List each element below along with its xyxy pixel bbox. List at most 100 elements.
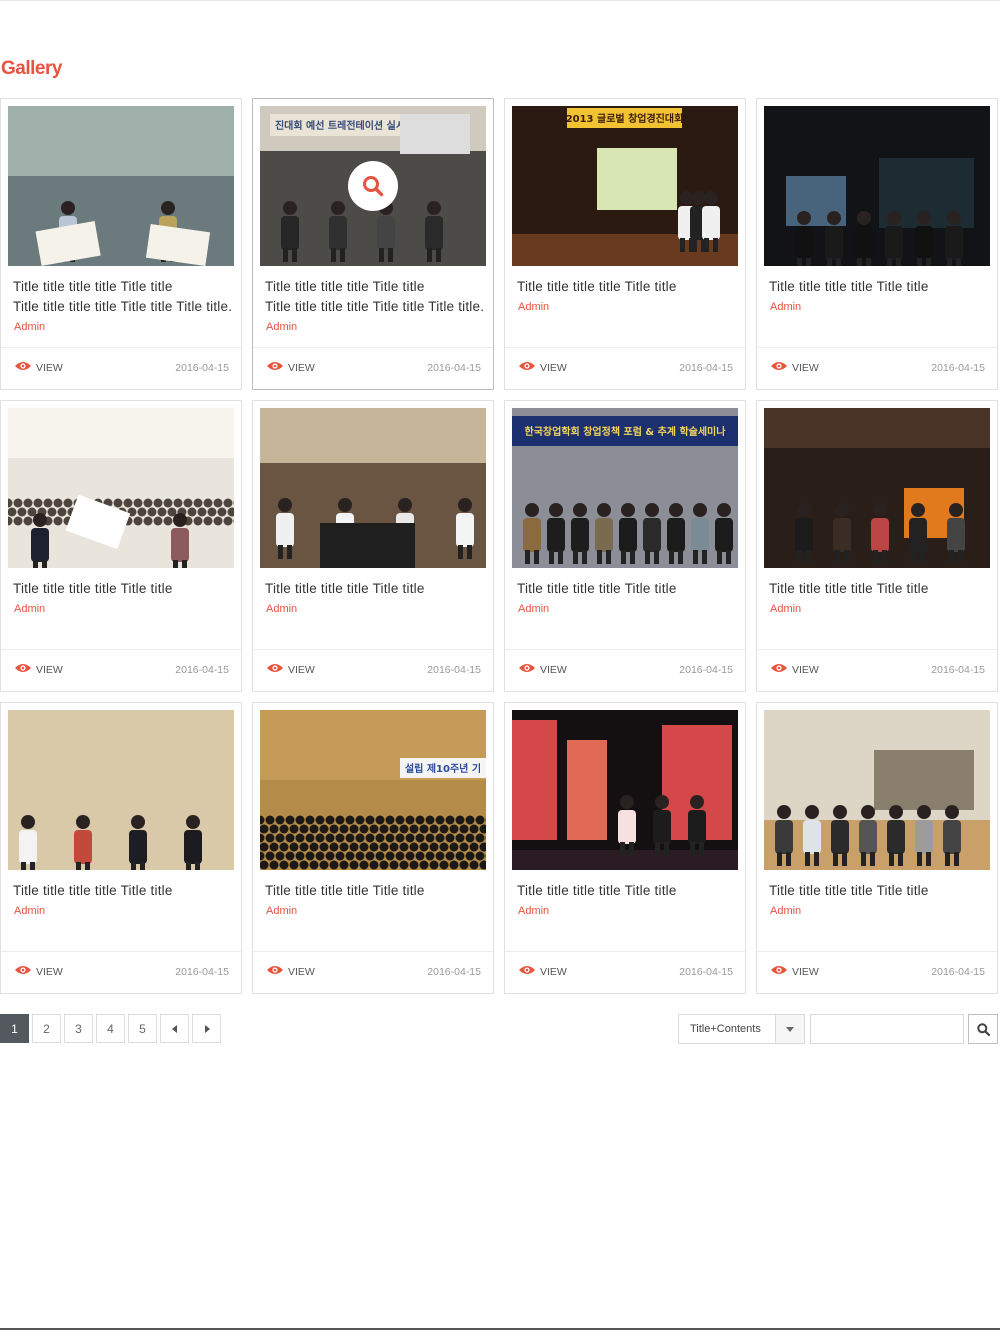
view-link[interactable]: VIEW (14, 663, 63, 676)
eye-icon (518, 361, 536, 374)
next-page-button[interactable] (192, 1014, 221, 1043)
view-link[interactable]: VIEW (770, 361, 819, 374)
view-link[interactable]: VIEW (266, 965, 315, 978)
gallery-card[interactable]: 한국창업학회 창업정책 포럼 & 추계 학술세미나 Title title tit… (504, 400, 746, 692)
gallery-card[interactable]: Title title title title Title title Admin… (252, 400, 494, 692)
card-title[interactable]: Title title title title Title title (517, 277, 735, 297)
card-photo (764, 710, 990, 870)
card-thumbnail[interactable]: 한국창업학회 창업정책 포럼 & 추계 학술세미나 (512, 408, 738, 568)
card-title[interactable]: Title title title title Title title (769, 579, 987, 599)
card-thumbnail[interactable]: 2013 글로벌 창업경진대회 (512, 106, 738, 266)
card-title-line: Title title title title Title title (265, 883, 425, 898)
view-label: VIEW (540, 965, 567, 978)
view-link[interactable]: VIEW (518, 965, 567, 978)
card-footer: VIEW 2016-04-15 (505, 347, 745, 390)
card-photo: 설립 제10주년 기 (260, 710, 486, 870)
view-link[interactable]: VIEW (266, 663, 315, 676)
view-label: VIEW (792, 361, 819, 374)
card-thumbnail[interactable] (260, 408, 486, 568)
card-footer: VIEW 2016-04-15 (1, 649, 241, 692)
card-thumbnail[interactable] (512, 710, 738, 870)
card-thumbnail[interactable]: 설립 제10주년 기 (260, 710, 486, 870)
search-input[interactable] (810, 1014, 964, 1044)
card-footer: VIEW 2016-04-15 (253, 951, 493, 994)
card-date: 2016-04-15 (679, 362, 733, 374)
card-thumbnail[interactable]: 진대회 예선 트레전테이션 실시 (260, 106, 486, 266)
gallery-card[interactable]: 2013 글로벌 창업경진대회 Title title title title T… (504, 98, 746, 390)
card-title-line: Title title title title Title title (13, 581, 173, 596)
gallery-card[interactable]: Title title title title Title title Admin… (756, 702, 998, 994)
svg-text:한국창업학회 창업정책 포럼 & 추계 학술세미나: 한국창업학회 창업정책 포럼 & 추계 학술세미나 (525, 425, 727, 438)
gallery-card[interactable]: Title title title title Title title Admin… (756, 400, 998, 692)
gallery-card[interactable]: Title title title title Title title Title… (0, 98, 242, 390)
page-button-5[interactable]: 5 (128, 1014, 157, 1043)
card-date: 2016-04-15 (175, 362, 229, 374)
view-label: VIEW (540, 663, 567, 676)
eye-icon (14, 361, 32, 374)
page-button-4[interactable]: 4 (96, 1014, 125, 1043)
search-icon[interactable] (348, 161, 398, 211)
card-date: 2016-04-15 (679, 664, 733, 676)
card-photo (8, 408, 234, 568)
view-link[interactable]: VIEW (518, 361, 567, 374)
gallery-card[interactable]: Title title title title Title title Admin… (756, 98, 998, 390)
view-link[interactable]: VIEW (14, 965, 63, 978)
card-thumbnail[interactable] (764, 106, 990, 266)
card-photo: 한국창업학회 창업정책 포럼 & 추계 학술세미나 (512, 408, 738, 568)
card-title[interactable]: Title title title title Title title (517, 881, 735, 901)
view-label: VIEW (288, 361, 315, 374)
card-photo (8, 710, 234, 870)
page-button-2[interactable]: 2 (32, 1014, 61, 1043)
card-title[interactable]: Title title title title Title title (265, 881, 483, 901)
caret-right-icon (204, 1024, 210, 1033)
card-title[interactable]: Title title title title Title title (265, 579, 483, 599)
card-author: Admin (14, 603, 46, 615)
card-title-line: Title title title title Title title Titl… (265, 299, 483, 314)
card-date: 2016-04-15 (175, 664, 229, 676)
card-thumbnail[interactable] (764, 710, 990, 870)
card-title-line: Title title title title Title title (13, 279, 173, 294)
card-photo (764, 106, 990, 266)
view-label: VIEW (288, 965, 315, 978)
eye-icon (518, 663, 536, 676)
eye-icon (14, 965, 32, 978)
card-title[interactable]: Title title title title Title title (769, 881, 987, 901)
card-title-line: Title title title title Title title (769, 883, 929, 898)
card-thumbnail[interactable] (8, 710, 234, 870)
search-scope-select[interactable]: Title+Contents (678, 1014, 805, 1044)
gallery-card[interactable]: Title title title title Title title Admin… (504, 702, 746, 994)
gallery-card[interactable]: 설립 제10주년 기 Title title title title Title … (252, 702, 494, 994)
card-title-line: Title title title title Title title (13, 883, 173, 898)
prev-page-button[interactable] (160, 1014, 189, 1043)
card-thumbnail[interactable] (8, 408, 234, 568)
view-link[interactable]: VIEW (770, 965, 819, 978)
eye-icon (770, 965, 788, 978)
card-title-line: Title title title title Title title (517, 581, 677, 596)
gallery-card[interactable]: Title title title title Title title Admin… (0, 400, 242, 692)
view-link[interactable]: VIEW (266, 361, 315, 374)
top-divider (0, 0, 1000, 1)
card-title-line: Title title title title Title title (769, 581, 929, 596)
caret-left-icon (171, 1024, 177, 1033)
card-date: 2016-04-15 (175, 966, 229, 978)
card-thumbnail[interactable] (764, 408, 990, 568)
card-title[interactable]: Title title title title Title title (13, 579, 231, 599)
card-thumbnail[interactable] (8, 106, 234, 266)
card-author: Admin (770, 603, 802, 615)
view-link[interactable]: VIEW (518, 663, 567, 676)
card-title[interactable]: Title title title title Title title Title… (13, 277, 231, 317)
view-link[interactable]: VIEW (14, 361, 63, 374)
view-link[interactable]: VIEW (770, 663, 819, 676)
card-title[interactable]: Title title title title Title title (769, 277, 987, 297)
card-title[interactable]: Title title title title Title title (13, 881, 231, 901)
gallery-card[interactable]: Title title title title Title title Admin… (0, 702, 242, 994)
eye-icon (266, 361, 284, 374)
card-title[interactable]: Title title title title Title title (517, 579, 735, 599)
card-title[interactable]: Title title title title Title title Title… (265, 277, 483, 317)
page-button-1[interactable]: 1 (0, 1014, 29, 1043)
search-button[interactable] (968, 1014, 998, 1044)
page-button-3[interactable]: 3 (64, 1014, 93, 1043)
view-label: VIEW (792, 965, 819, 978)
gallery-card[interactable]: 진대회 예선 트레전테이션 실시 Title title title title … (252, 98, 494, 390)
card-footer: VIEW 2016-04-15 (253, 649, 493, 692)
